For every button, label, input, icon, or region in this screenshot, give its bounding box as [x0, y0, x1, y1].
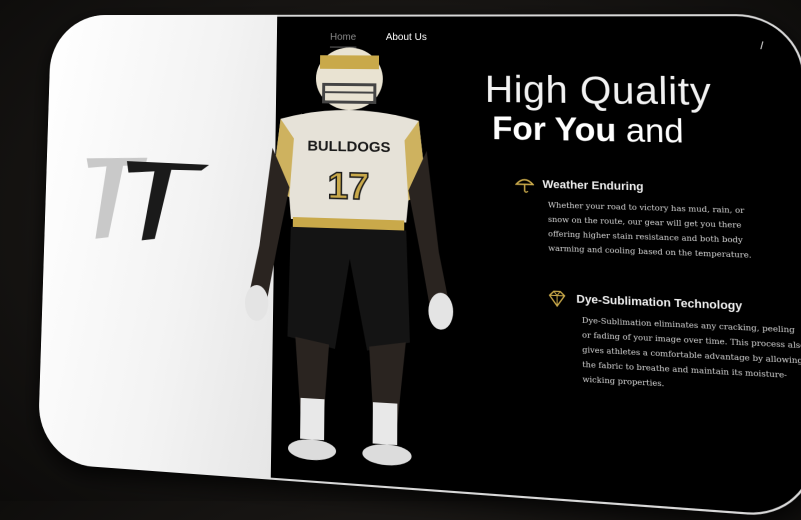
menu-mark[interactable]: / — [760, 41, 763, 52]
jersey-team: BULLDOGS — [307, 138, 391, 156]
feature-title-weather: Weather Enduring — [542, 179, 643, 194]
jersey-number: 17 — [327, 164, 369, 207]
hero-headline-rest: and — [616, 112, 684, 150]
hero-headline-bold: For You — [492, 110, 616, 149]
diamond-icon — [547, 289, 566, 309]
tt-logo — [81, 151, 214, 251]
umbrella-icon — [515, 175, 534, 194]
football-player-image: BULLDOGS 17 — [217, 41, 481, 492]
feature-body-dye-sublimation: Dye-Sublimation eliminates any cracking,… — [582, 313, 801, 399]
website-card: Home About Us / BULLDOGS 17 High Quality — [37, 14, 801, 520]
hero-headline-line1: High Quality — [485, 69, 712, 115]
feature-title-dye-sublimation: Dye-Sublimation Technology — [576, 293, 742, 313]
feature-body-weather: Whether your road to victory has mud, ra… — [548, 198, 752, 263]
hero-headline-line2: For You and — [492, 110, 684, 151]
